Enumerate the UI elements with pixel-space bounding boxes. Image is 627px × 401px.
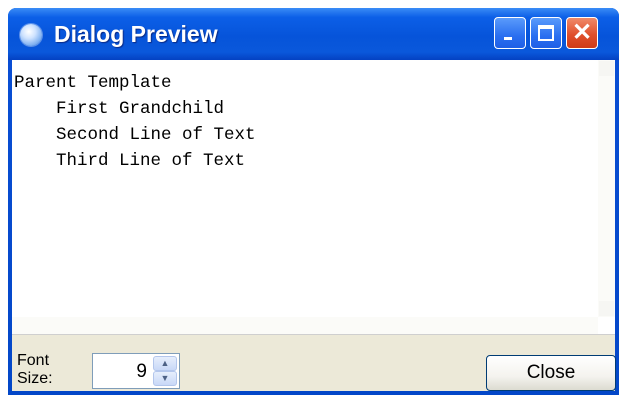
chevron-down-icon: ▼ — [160, 373, 170, 383]
scroll-up-arrow[interactable] — [599, 61, 614, 76]
window-title: Dialog Preview — [54, 21, 218, 47]
preview-text: Parent Template First Grandchild Second … — [14, 70, 595, 174]
minimize-icon — [504, 37, 512, 40]
font-size-value[interactable]: 9 — [136, 361, 147, 383]
font-size-label-line2: Size: — [17, 370, 53, 387]
preview-text-area[interactable]: Parent Template First Grandchild Second … — [12, 60, 615, 335]
close-button[interactable]: Close — [486, 355, 616, 391]
maximize-icon — [538, 25, 554, 41]
font-size-label: Font Size: — [17, 352, 67, 388]
vertical-scrollbar[interactable] — [598, 60, 615, 317]
font-size-label-line1: Font — [17, 352, 50, 369]
title-bar[interactable]: Dialog Preview ✕ — [8, 8, 619, 60]
horizontal-scrollbar[interactable] — [12, 317, 598, 334]
dialog-window: Dialog Preview ✕ Parent Template First G… — [8, 8, 619, 395]
spinner-buttons: ▲ ▼ — [153, 356, 177, 386]
preview-line: Parent Template — [14, 73, 172, 93]
dialog-body: Parent Template First Grandchild Second … — [12, 60, 616, 391]
window-close-button[interactable]: ✕ — [566, 17, 598, 49]
minimize-button[interactable] — [494, 17, 526, 49]
spin-down-button[interactable]: ▼ — [153, 371, 177, 386]
maximize-button[interactable] — [530, 17, 562, 49]
scroll-down-arrow[interactable] — [599, 301, 614, 316]
chevron-up-icon: ▲ — [160, 358, 170, 368]
close-icon: ✕ — [571, 19, 593, 46]
preview-line: First Grandchild — [14, 99, 225, 119]
app-icon — [20, 24, 42, 46]
preview-line: Third Line of Text — [14, 151, 246, 171]
spin-up-button[interactable]: ▲ — [153, 356, 177, 371]
font-size-spinner[interactable]: 9 ▲ ▼ — [92, 353, 180, 389]
preview-line: Second Line of Text — [14, 125, 256, 145]
